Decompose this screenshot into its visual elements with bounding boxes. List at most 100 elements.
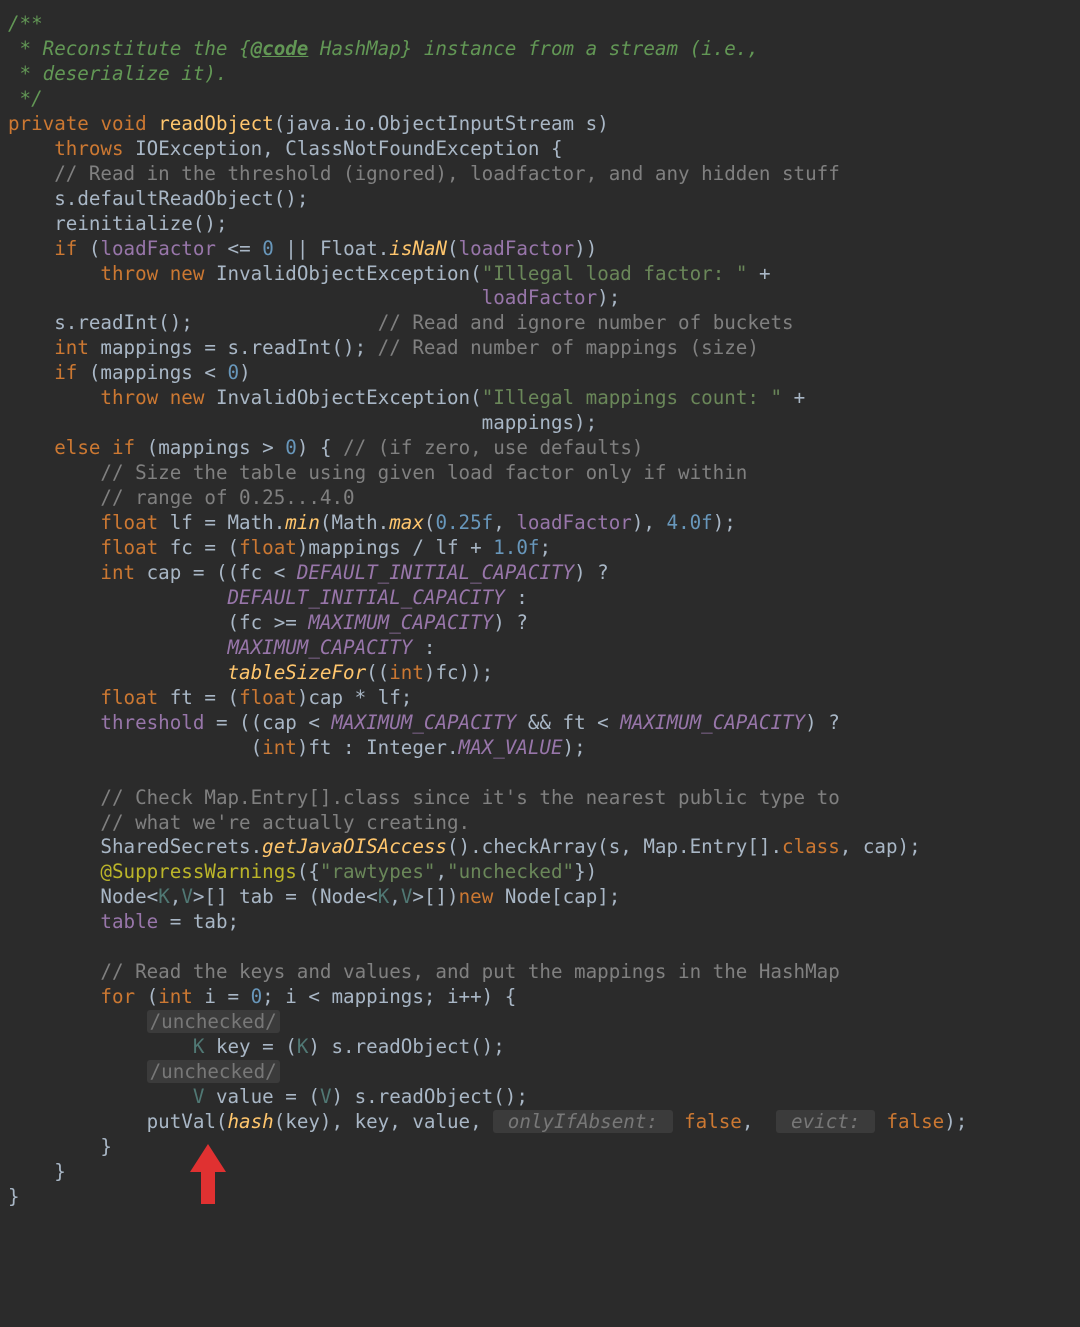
cap2-a: :	[505, 586, 528, 609]
put-f2: false	[886, 1110, 944, 1133]
thr-mc2: MAXIMUM_CAPACITY	[620, 711, 805, 734]
thr2-ex: InvalidObjectException	[216, 386, 470, 409]
code-editor[interactable]: /** * Reconstitute the {@code HashMap} i…	[0, 0, 1080, 1222]
ss-m: getJavaOISAccess	[262, 835, 447, 858]
key-a: key = (	[204, 1035, 296, 1058]
kw-void: void	[100, 112, 146, 135]
cap5-a: ((	[366, 661, 389, 684]
dro-c: ();	[274, 187, 309, 210]
node-c1: ,	[170, 885, 182, 908]
fc-float: float	[100, 536, 158, 559]
thr-c: ) ?	[805, 711, 840, 734]
node-k1: K	[158, 885, 170, 908]
thr2-arg: mappings);	[482, 411, 598, 434]
if1-float: Float.	[320, 237, 389, 260]
method-name: readObject	[158, 112, 274, 135]
if2-if: if	[54, 361, 77, 384]
for-a: (	[135, 985, 158, 1008]
for-b: i =	[193, 985, 251, 1008]
sw-s1: "rawtypes"	[320, 860, 436, 883]
cap1-a: cap = ((fc <	[135, 561, 297, 584]
elif-c: // (if zero, use defaults)	[343, 436, 643, 459]
if1-lf1: loadFactor	[100, 237, 216, 260]
thr2-mv: MAX_VALUE	[459, 736, 563, 759]
thr-mc1: MAXIMUM_CAPACITY	[331, 711, 516, 734]
put-hint1: onlyIfAbsent:	[493, 1110, 672, 1133]
for-c: ; i < mappings; i++) {	[262, 985, 516, 1008]
val-v: V	[193, 1085, 205, 1108]
elif-rp: ) {	[297, 436, 343, 459]
thr2-a: (	[251, 736, 263, 759]
if1-lp: (	[77, 237, 100, 260]
elif-lp: (mappings >	[135, 436, 285, 459]
key-k: K	[193, 1035, 205, 1058]
hint-unchecked-2: /unchecked/	[147, 1060, 280, 1083]
throws-comma: ,	[262, 137, 285, 160]
javadoc-close: */	[8, 87, 43, 110]
lf-n2: 4.0f	[667, 511, 713, 534]
tab-fld: table	[100, 910, 158, 933]
if1-isnan: isNaN	[389, 237, 447, 260]
sw-c: })	[574, 860, 597, 883]
put-a: putVal(	[147, 1110, 228, 1133]
reinit-b: ();	[193, 212, 228, 235]
kw-private: private	[8, 112, 89, 135]
reinit-a: reinitialize	[54, 212, 193, 235]
javadoc-line1a: * Reconstitute the {	[8, 37, 251, 60]
map-int: int	[54, 336, 89, 359]
thr2-lp: (	[470, 386, 482, 409]
put-d: );	[944, 1110, 967, 1133]
brace-method: }	[8, 1185, 20, 1208]
elif-if: if	[112, 436, 135, 459]
hint-unchecked-1: /unchecked/	[147, 1010, 280, 1033]
node-c2: ,	[389, 885, 401, 908]
ft-a: ft = (	[158, 686, 239, 709]
if1-or: ||	[274, 237, 320, 260]
if2-rp: )	[239, 361, 251, 384]
ss-a: SharedSecrets.	[100, 835, 262, 858]
key-b: ) s.readObject();	[308, 1035, 504, 1058]
put-c: ,	[742, 1110, 777, 1133]
cap5-cast: int	[389, 661, 424, 684]
node-d: Node[cap];	[493, 885, 620, 908]
lf-d: ,	[493, 511, 516, 534]
elif-zero: 0	[285, 436, 297, 459]
thr-a: = ((cap <	[204, 711, 331, 734]
node-v2: V	[401, 885, 413, 908]
thr2-c: );	[563, 736, 586, 759]
ft-b: )cap * lf;	[297, 686, 413, 709]
comment-1: // Read in the threshold (ignored), load…	[54, 162, 840, 185]
cap3-mc: MAXIMUM_CAPACITY	[308, 611, 493, 634]
ss-c: , cap);	[840, 835, 921, 858]
node-k2: K	[378, 885, 390, 908]
lf-n1: 0.25f	[435, 511, 493, 534]
thr2-cast: int	[262, 736, 297, 759]
node-c: >[])	[412, 885, 458, 908]
thr1-lp: (	[470, 262, 482, 285]
put-b: (key), key, value,	[274, 1110, 494, 1133]
brace-for: }	[100, 1135, 112, 1158]
node-b: >[] tab = (Node<	[193, 885, 378, 908]
tab-a: = tab;	[158, 910, 239, 933]
throws-ex1: IOException	[135, 137, 262, 160]
elif-else: else	[54, 436, 100, 459]
dro-b: defaultReadObject	[77, 187, 273, 210]
c2a: // Size the table using given load facto…	[100, 461, 747, 484]
node-a: Node<	[100, 885, 158, 908]
ss-b: ().checkArray(s, Map.Entry[].	[447, 835, 782, 858]
lf-max: max	[389, 511, 424, 534]
thr2-throw: throw	[100, 386, 158, 409]
if1-rp: ))	[574, 237, 597, 260]
if1-lf2: loadFactor	[459, 237, 575, 260]
lf-lf: loadFactor	[516, 511, 632, 534]
lf-a: lf = Math.	[158, 511, 285, 534]
thr-fld: threshold	[100, 711, 204, 734]
javadoc-line2: * deserialize it).	[8, 62, 228, 85]
if1-op1: <=	[216, 237, 262, 260]
c2b: // range of 0.25...4.0	[100, 486, 354, 509]
put-hint2: evict:	[776, 1110, 874, 1133]
lf-b: (Math.	[320, 511, 389, 534]
cap1-b: ) ?	[574, 561, 609, 584]
c3b: // what we're actually creating.	[100, 811, 470, 834]
c4: // Read the keys and values, and put the…	[100, 960, 839, 983]
